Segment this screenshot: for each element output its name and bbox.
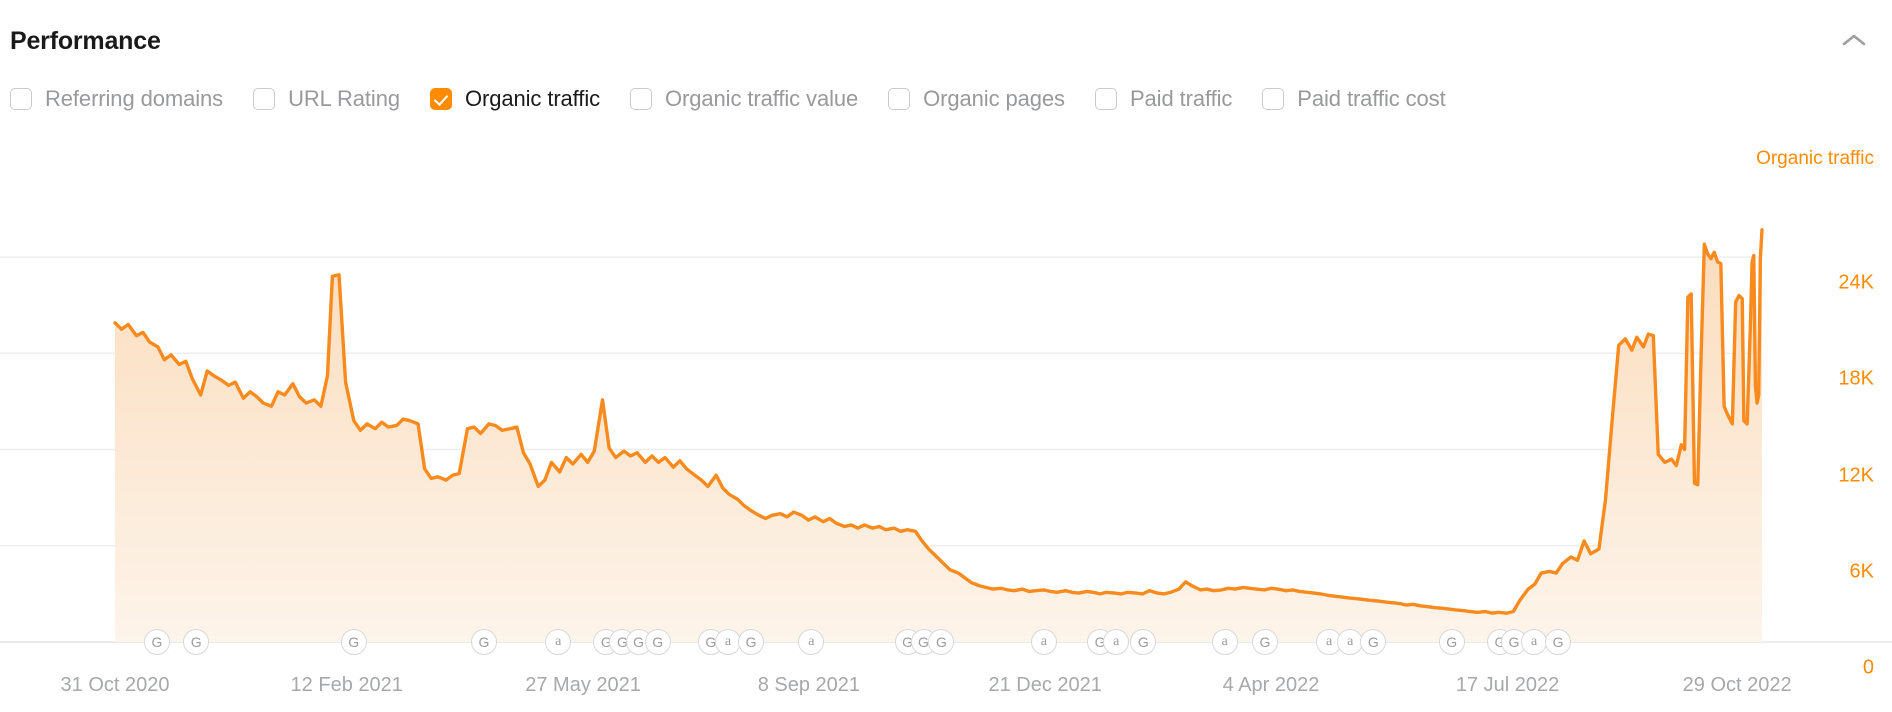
google-update-marker[interactable]: G bbox=[470, 629, 497, 655]
marker-glyph: G bbox=[1446, 634, 1458, 650]
algo-update-marker[interactable]: a bbox=[1521, 629, 1548, 655]
x-axis-tick-label: 8 Sep 2021 bbox=[757, 674, 861, 696]
y-axis-tick-label: 6K bbox=[1849, 560, 1874, 583]
performance-panel: Performance Referring domains URL Rating O… bbox=[0, 0, 1892, 712]
legend-label: URL Rating bbox=[288, 86, 400, 111]
marker-glyph: a bbox=[555, 634, 562, 649]
algo-update-marker[interactable]: a bbox=[798, 629, 825, 655]
marker-glyph: G bbox=[1137, 634, 1149, 650]
google-update-marker[interactable]: G bbox=[928, 629, 955, 655]
x-axis-tick-label: 17 Jul 2022 bbox=[1455, 674, 1560, 696]
marker-glyph: G bbox=[1552, 634, 1564, 650]
legend-label: Referring domains bbox=[45, 86, 224, 111]
legend-label: Organic pages bbox=[923, 86, 1065, 111]
legend-checkbox-url-rating[interactable]: URL Rating bbox=[253, 82, 400, 116]
page-title: Performance bbox=[10, 27, 161, 55]
legend-label: Organic traffic bbox=[464, 86, 601, 111]
y-axis-series-label: Organic traffic bbox=[1756, 148, 1874, 169]
y-axis-tick-label: 24K bbox=[1838, 271, 1874, 294]
marker-glyph: G bbox=[151, 634, 163, 650]
algo-update-marker[interactable]: a bbox=[1211, 629, 1238, 655]
x-axis-tick-label: 27 May 2021 bbox=[525, 674, 641, 696]
google-update-marker[interactable]: G bbox=[183, 629, 210, 655]
marker-glyph: G bbox=[1259, 634, 1271, 650]
checkbox-empty-icon[interactable] bbox=[10, 88, 32, 110]
checkbox-empty-icon[interactable] bbox=[888, 88, 911, 110]
marker-glyph: G bbox=[633, 634, 645, 650]
y-axis-tick-label: 0 bbox=[1862, 656, 1874, 679]
google-update-marker[interactable]: G bbox=[1545, 629, 1572, 655]
marker-glyph: G bbox=[745, 634, 757, 650]
performance-chart: Organic traffic 24K 18K 12K 6K 0 31 Oct 2020… bbox=[0, 136, 1892, 712]
y-axis-tick-label: 12K bbox=[1838, 464, 1874, 487]
marker-glyph: a bbox=[1347, 634, 1354, 649]
legend-checkbox-referring-domains[interactable]: Referring domains bbox=[10, 82, 223, 116]
marker-glyph: a bbox=[1040, 634, 1048, 649]
algo-update-marker[interactable]: a bbox=[545, 629, 572, 655]
x-axis-tick-label: 21 Dec 2021 bbox=[988, 674, 1102, 696]
google-update-marker[interactable]: G bbox=[143, 629, 170, 655]
collapse-panel-button[interactable] bbox=[1834, 24, 1874, 56]
checkbox-empty-icon[interactable] bbox=[253, 88, 276, 110]
x-axis-tick-label: 31 Oct 2020 bbox=[60, 674, 170, 696]
legend-checkbox-paid-traffic-cost[interactable]: Paid traffic cost bbox=[1262, 82, 1446, 116]
checkbox-empty-icon[interactable] bbox=[1094, 88, 1117, 110]
algo-update-marker[interactable]: a bbox=[1030, 629, 1057, 655]
x-axis-tick-label: 4 Apr 2022 bbox=[1222, 674, 1320, 696]
chart-area-fill bbox=[115, 229, 1762, 642]
y-axis-tick-label: 18K bbox=[1838, 367, 1874, 390]
google-update-marker[interactable]: G bbox=[738, 629, 765, 655]
marker-glyph: a bbox=[1221, 634, 1228, 649]
legend-checkbox-organic-traffic-value[interactable]: Organic traffic value bbox=[630, 82, 858, 116]
marker-glyph: G bbox=[936, 634, 947, 650]
checkbox-checked-icon[interactable] bbox=[429, 88, 452, 110]
legend-checkbox-organic-pages[interactable]: Organic pages bbox=[888, 82, 1065, 116]
chart-canvas bbox=[0, 228, 1892, 643]
algo-update-marker[interactable]: a bbox=[1103, 629, 1130, 655]
marker-glyph: a bbox=[1530, 634, 1538, 649]
google-update-marker[interactable]: G bbox=[1438, 629, 1465, 655]
marker-glyph: G bbox=[652, 634, 664, 650]
google-update-marker[interactable]: G bbox=[644, 629, 671, 655]
x-axis-tick-label: 12 Feb 2021 bbox=[290, 674, 403, 696]
marker-glyph: a bbox=[1326, 634, 1333, 649]
legend-label: Paid traffic bbox=[1129, 86, 1233, 111]
marker-glyph: a bbox=[724, 634, 732, 649]
marker-glyph: G bbox=[918, 634, 929, 650]
marker-glyph: G bbox=[478, 634, 490, 650]
marker-glyph: G bbox=[1367, 634, 1379, 650]
x-axis-tick-label: 29 Oct 2022 bbox=[1682, 674, 1792, 696]
legend-label: Paid traffic cost bbox=[1297, 86, 1446, 111]
marker-glyph: a bbox=[1113, 634, 1120, 649]
marker-glyph: G bbox=[190, 634, 202, 650]
legend-checkbox-organic-traffic[interactable]: Organic traffic bbox=[429, 82, 601, 116]
google-update-marker[interactable]: G bbox=[1360, 629, 1387, 655]
checkbox-empty-icon[interactable] bbox=[1262, 88, 1285, 110]
google-update-marker[interactable]: G bbox=[340, 629, 367, 655]
legend-checkbox-paid-traffic[interactable]: Paid traffic bbox=[1094, 82, 1233, 116]
marker-glyph: G bbox=[348, 634, 360, 650]
marker-glyph: a bbox=[808, 634, 815, 649]
metric-legend: Referring domains URL Rating Organic traff… bbox=[10, 82, 1446, 116]
google-update-marker[interactable]: G bbox=[1130, 629, 1157, 655]
marker-glyph: G bbox=[1508, 634, 1520, 650]
google-update-marker[interactable]: G bbox=[1251, 629, 1278, 655]
chevron-up-icon bbox=[1842, 33, 1866, 47]
checkbox-empty-icon[interactable] bbox=[630, 88, 653, 110]
panel-header: Performance bbox=[0, 0, 1892, 62]
legend-label: Organic traffic value bbox=[665, 86, 859, 111]
